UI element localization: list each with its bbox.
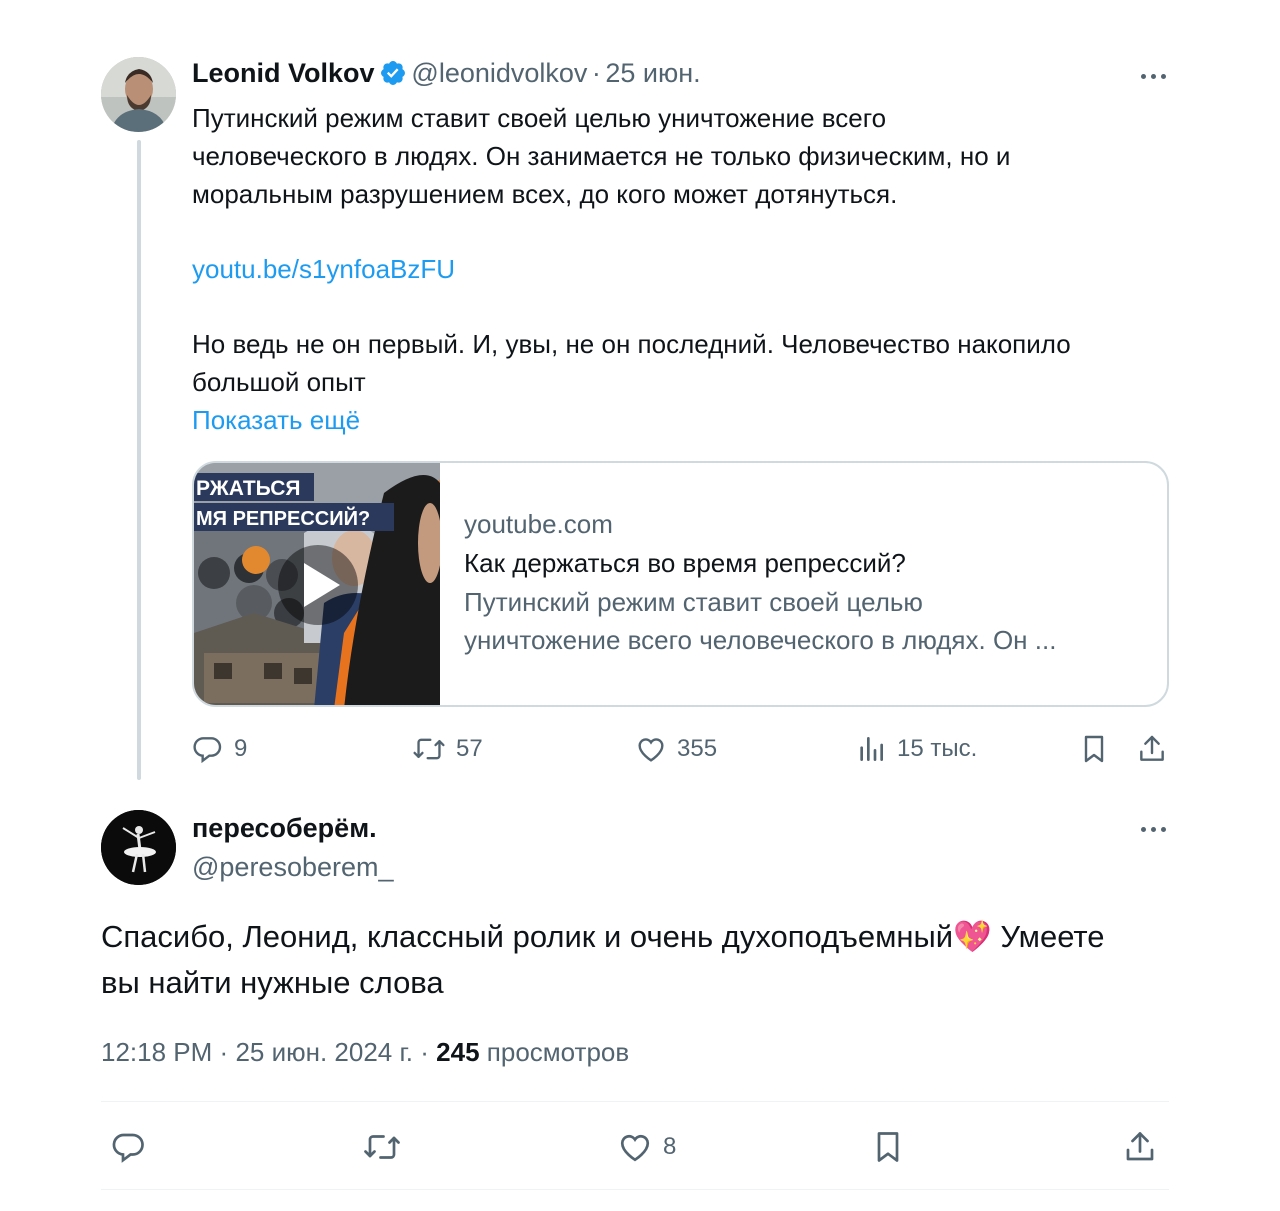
- reply-text-part: Спасибо, Леонид, классный ролик и очень …: [101, 919, 954, 954]
- reply-author-name[interactable]: пересоберём.: [192, 813, 377, 844]
- separator: ·: [219, 1037, 229, 1067]
- reply-button[interactable]: 9: [192, 733, 247, 765]
- reply-bookmark-button[interactable]: [870, 1129, 906, 1165]
- reply-like-count: 8: [663, 1133, 677, 1160]
- tweet-text-continued: Но ведь не он первый. И, увы, не он посл…: [192, 325, 1182, 401]
- author-name[interactable]: Leonid Volkov: [192, 58, 375, 88]
- bookmark-button[interactable]: [1078, 733, 1110, 765]
- reply-share-button[interactable]: [1122, 1129, 1158, 1165]
- reply-views-count: 245: [436, 1037, 480, 1067]
- tweet-header: Leonid Volkov @leonidvolkov · 25 июн.: [192, 58, 701, 89]
- reply-like-button[interactable]: 8: [617, 1129, 676, 1165]
- divider: [101, 1189, 1169, 1190]
- link-preview-card[interactable]: РЖАТЬСЯ МЯ РЕПРЕССИЙ? youtube.com Как де…: [192, 461, 1169, 707]
- reply-icon: [193, 737, 222, 764]
- heart-icon: [638, 738, 664, 762]
- reply-text-line: вы найти нужные слова: [101, 965, 444, 1000]
- retweet-count: 57: [456, 735, 483, 762]
- divider: [101, 1101, 1169, 1102]
- tweet-link[interactable]: youtu.be/s1ynfoaBzFU: [192, 250, 455, 288]
- separator: ·: [420, 1037, 429, 1067]
- thumbnail-title-line-1: РЖАТЬСЯ: [196, 477, 301, 500]
- views-chart-icon: [860, 737, 883, 761]
- verified-badge-icon: [381, 61, 405, 85]
- reply-date[interactable]: 25 июн. 2024 г.: [235, 1037, 413, 1067]
- share-icon: [1140, 735, 1164, 761]
- retweet-button[interactable]: 57: [412, 733, 483, 765]
- video-thumbnail[interactable]: РЖАТЬСЯ МЯ РЕПРЕССИЙ?: [194, 463, 440, 705]
- card-title: Как держаться во время репрессий?: [464, 548, 906, 578]
- reply-count: 9: [234, 735, 248, 762]
- reply-author-handle[interactable]: @peresoberem_: [192, 852, 394, 883]
- sparkling-heart-emoji: 💖: [953, 919, 992, 954]
- card-description-line: уничтожение всего человеческого в людях.…: [464, 625, 1057, 655]
- tweet-text-line: большой опыт: [192, 367, 366, 397]
- reply-reply-button[interactable]: [111, 1129, 147, 1165]
- share-button[interactable]: [1136, 733, 1168, 765]
- tweet-text: Путинский режим ставит своей целью уничт…: [192, 99, 1172, 213]
- tweet-date[interactable]: 25 июн.: [605, 58, 700, 88]
- thread-line: [137, 140, 141, 780]
- card-description-line: Путинский режим ставит своей целью: [464, 587, 923, 617]
- tweet-text-line: Путинский режим ставит своей целью уничт…: [192, 103, 887, 133]
- reply-retweet-button[interactable]: [362, 1129, 402, 1165]
- more-options-icon[interactable]: [1133, 66, 1173, 86]
- avatar-peresoberem[interactable]: [101, 810, 176, 885]
- bookmark-icon: [877, 1132, 899, 1162]
- avatar-leonid-volkov[interactable]: [101, 57, 176, 132]
- card-text: youtube.com Как держаться во время репре…: [464, 505, 1137, 659]
- reply-text-part: Умеете: [991, 919, 1105, 954]
- reply-icon: [112, 1133, 144, 1163]
- view-count: 15 тыс.: [897, 735, 978, 762]
- reply-views-label: просмотров: [486, 1037, 630, 1067]
- heart-icon: [620, 1134, 650, 1162]
- tweet-text-line: моральным разрушением всех, до кого може…: [192, 179, 898, 209]
- reply-text: Спасибо, Леонид, классный ролик и очень …: [101, 914, 1181, 1006]
- author-handle[interactable]: @leonidvolkov: [411, 58, 587, 88]
- separator: ·: [591, 58, 601, 88]
- reply-time[interactable]: 12:18 PM: [101, 1037, 212, 1067]
- card-domain: youtube.com: [464, 509, 613, 539]
- retweet-icon: [413, 738, 445, 760]
- show-more-link[interactable]: Показать ещё: [192, 401, 360, 439]
- reply-more-options-icon[interactable]: [1133, 819, 1173, 839]
- reply-meta: 12:18 PM · 25 июн. 2024 г. · 245 просмот…: [101, 1037, 629, 1068]
- tweet-text-line: Но ведь не он первый. И, увы, не он посл…: [192, 329, 1071, 359]
- share-icon: [1126, 1132, 1154, 1161]
- retweet-icon: [364, 1135, 400, 1159]
- like-count: 355: [677, 735, 718, 762]
- views-button[interactable]: 15 тыс.: [855, 733, 977, 765]
- thumbnail-title-line-2: МЯ РЕПРЕССИЙ?: [196, 506, 370, 530]
- like-button[interactable]: 355: [635, 733, 717, 765]
- tweet-text-line: человеческого в людях. Он занимается не …: [192, 141, 1011, 171]
- bookmark-icon: [1084, 735, 1104, 763]
